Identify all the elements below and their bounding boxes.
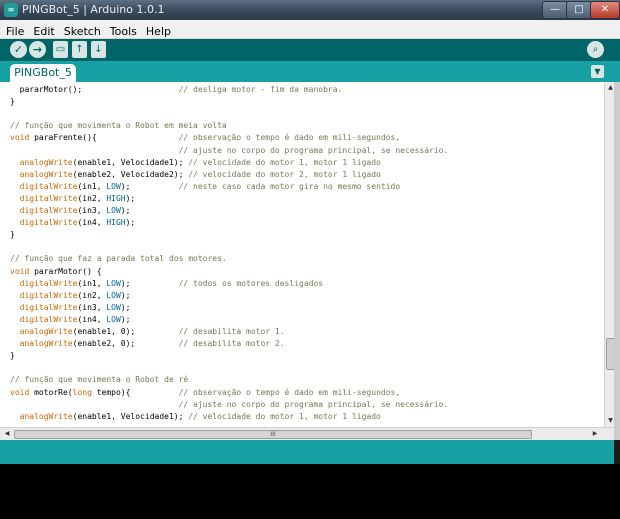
new-sketch-button[interactable]: ▭ xyxy=(53,41,68,58)
code-line: analogWrite(enable2, Velocidade2); // ve… xyxy=(19,169,381,179)
open-sketch-button[interactable]: ↑ xyxy=(72,41,87,58)
minimize-button[interactable]: — xyxy=(542,1,568,19)
menu-tools[interactable]: Tools xyxy=(104,22,140,39)
code-line: } xyxy=(10,351,15,361)
code-line: } xyxy=(10,230,15,240)
code-line: // função que faz a parada total dos mot… xyxy=(10,254,227,264)
code-editor[interactable]: pararMotor(); // desliga motor - fim da … xyxy=(0,82,604,427)
tab-bar: PINGBot_5 ▼ xyxy=(0,61,620,82)
status-bar xyxy=(0,440,614,464)
code-line: analogWrite(enable1, 0); // desabilita m… xyxy=(19,327,285,336)
code-line: void motorRe(long tempo){ // observação … xyxy=(10,387,401,397)
menu-help[interactable]: Help xyxy=(140,22,174,39)
code-line: digitalWrite(in3, LOW); xyxy=(19,302,131,312)
code-line: digitalWrite(in2, HIGH); xyxy=(19,193,136,203)
close-button[interactable]: ✕ xyxy=(590,1,620,19)
save-sketch-button[interactable]: ↓ xyxy=(91,41,106,58)
code-line: digitalWrite(in1, LOW); // neste caso ca… xyxy=(19,181,401,191)
code-line: analogWrite(enable2, 0); // desabilita m… xyxy=(19,339,285,349)
code-line: digitalWrite(in4, HIGH); xyxy=(19,218,136,228)
code-line: digitalWrite(in3, LOW); xyxy=(19,206,131,215)
serial-monitor-button[interactable]: ⌕ xyxy=(587,41,604,58)
code-line: pararMotor(); // desliga motor - fim da … xyxy=(10,85,343,94)
window-title-bar[interactable]: ∞ PINGBot_5 | Arduino 1.0.1 — □ ✕ xyxy=(0,0,620,20)
menu-sketch[interactable]: Sketch xyxy=(58,22,104,39)
code-line: } xyxy=(10,97,15,107)
horizontal-scroll-thumb[interactable]: III xyxy=(14,430,532,439)
code-line: // ajuste no corpo do programa principal… xyxy=(178,145,449,155)
code-line: analogWrite(enable1, Velocidade1); // ve… xyxy=(19,411,381,421)
code-line: digitalWrite(in1, LOW); // todos os moto… xyxy=(19,278,324,288)
menu-bar: File Edit Sketch Tools Help xyxy=(0,20,620,39)
scroll-left-arrow-icon[interactable]: ◀ xyxy=(2,429,12,439)
code-line: digitalWrite(in2, LOW); xyxy=(19,290,131,300)
code-line: // função que movimenta o Robot de ré xyxy=(10,375,189,385)
maximize-button[interactable]: □ xyxy=(566,1,592,19)
horizontal-scrollbar[interactable]: ◀ III ▶ xyxy=(0,427,614,440)
code-line: // ajuste no corpo do programa principal… xyxy=(178,399,449,409)
tab-pingbot-5[interactable]: PINGBot_5 xyxy=(10,64,76,82)
verify-button[interactable]: ✓ xyxy=(10,41,27,58)
code-line: // função que movimenta o Robot em meia … xyxy=(10,121,227,131)
menu-file[interactable]: File xyxy=(0,22,27,39)
window-border xyxy=(614,82,620,440)
upload-button[interactable]: → xyxy=(29,41,46,58)
tab-menu-chevron-down-icon[interactable]: ▼ xyxy=(591,65,604,78)
console-output xyxy=(0,464,620,519)
code-line: void paraFrente(){ // observação o tempo… xyxy=(10,133,401,143)
menu-edit[interactable]: Edit xyxy=(27,22,57,39)
arduino-app-icon: ∞ xyxy=(4,3,18,17)
code-line: void pararMotor() { xyxy=(10,266,102,276)
scroll-right-arrow-icon[interactable]: ▶ xyxy=(590,429,600,439)
window-title: PINGBot_5 | Arduino 1.0.1 xyxy=(22,3,165,16)
code-line: analogWrite(enable1, Velocidade1); // ve… xyxy=(19,157,381,167)
toolbar: ✓ → ▭ ↑ ↓ ⌕ xyxy=(0,39,620,61)
code-line: digitalWrite(in4, LOW); xyxy=(19,314,131,324)
